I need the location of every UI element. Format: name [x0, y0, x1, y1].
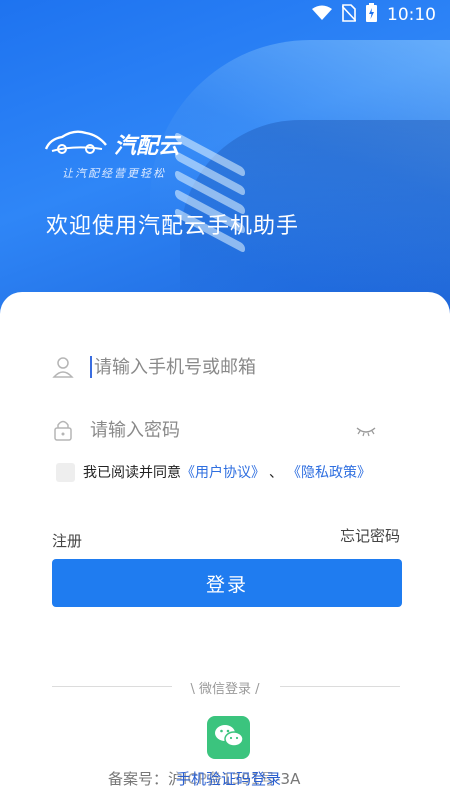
status-bar: 10:10 — [0, 0, 450, 28]
no-sim-icon — [341, 3, 357, 26]
account-input[interactable] — [94, 356, 354, 378]
battery-charging-icon — [366, 3, 377, 26]
brand-name: 汽配云 — [114, 134, 181, 159]
forgot-password-link[interactable]: 忘记密码 — [340, 525, 400, 546]
password-input[interactable] — [90, 419, 350, 441]
wechat-login-button[interactable] — [207, 716, 250, 759]
user-agreement-link[interactable]: 《用户协议》 — [181, 462, 265, 482]
agreement-row: 我已阅读并同意 《用户协议》 、 《隐私政策》 — [56, 462, 371, 482]
agreement-separator: 、 — [269, 465, 283, 481]
car-logo-icon — [44, 127, 108, 161]
wechat-icon — [214, 723, 244, 753]
welcome-title: 欢迎使用汽配云手机助手 — [46, 214, 300, 239]
account-field[interactable] — [52, 347, 402, 387]
text-caret — [90, 356, 92, 378]
agree-prefix-text: 我已阅读并同意 — [83, 465, 181, 481]
lock-icon — [52, 419, 90, 441]
wechat-login-label: \ 微信登录 / — [190, 682, 260, 697]
phone-code-login-link[interactable]: 手机验证码登录 — [176, 768, 282, 789]
agree-checkbox[interactable] — [56, 462, 75, 482]
brand-logo: 汽配云 让汽配经营更轻松 — [44, 127, 180, 181]
wifi-icon — [312, 5, 332, 25]
login-button[interactable]: 登录 — [52, 559, 402, 607]
privacy-policy-link[interactable]: 《隐私政策》 — [287, 462, 371, 482]
status-time: 10:10 — [387, 4, 436, 25]
user-icon — [52, 356, 90, 378]
password-field[interactable] — [52, 410, 402, 450]
brand-slogan: 让汽配经营更轻松 — [62, 167, 166, 180]
eye-closed-icon[interactable] — [356, 423, 376, 442]
register-link[interactable]: 注册 — [52, 530, 82, 551]
